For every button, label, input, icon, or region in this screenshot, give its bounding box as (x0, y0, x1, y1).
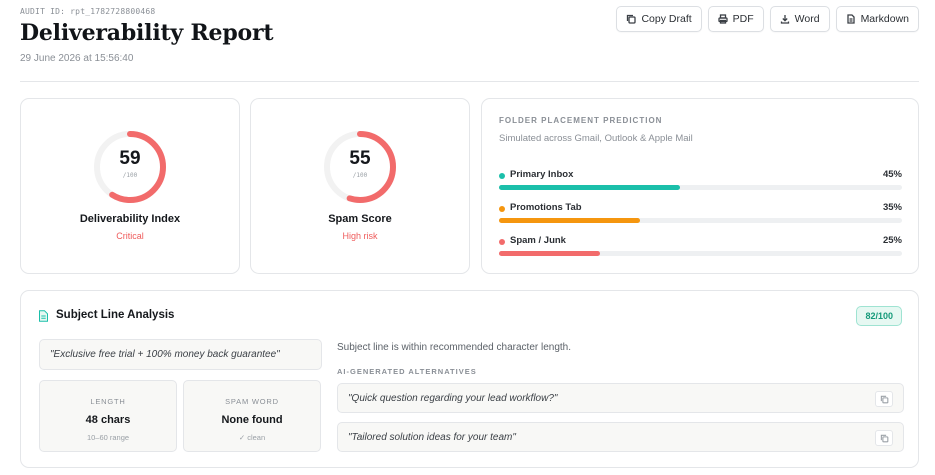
deliverability-label: Deliverability Index (79, 213, 181, 225)
copy-draft-label: Copy Draft (641, 13, 692, 25)
folder-placement-subtitle: Simulated across Gmail, Outlook & Apple … (499, 133, 693, 144)
header-divider (20, 81, 919, 82)
spam-score-label: Spam Score (328, 213, 392, 225)
spam-word-stat: SPAM WORD None found ✓ clean (183, 380, 321, 452)
pdf-label: PDF (732, 13, 754, 25)
download-icon (780, 15, 789, 24)
length-stat-hint: 10–60 range (86, 433, 130, 442)
primary-inbox-track (499, 185, 902, 190)
placement-row-primary-inbox: Primary Inbox 45% (499, 169, 902, 199)
folder-placement-title: FOLDER PLACEMENT PREDICTION (499, 116, 663, 125)
primary-inbox-bar (499, 185, 681, 190)
alternative-item: "Quick question regarding your lead work… (337, 383, 904, 413)
spam-word-stat-value: None found (221, 414, 283, 426)
promotions-tab-track (499, 218, 902, 223)
copy-alternative-button[interactable] (875, 391, 893, 407)
length-stat-value: 48 chars (85, 414, 131, 426)
spam-score-gauge: 55 /100 (322, 129, 398, 205)
spam-score-status: High risk (342, 231, 378, 241)
word-label: Word (794, 13, 820, 25)
promotions-tab-bar (499, 218, 641, 223)
primary-inbox-label: Primary Inbox (510, 169, 574, 180)
length-stat: LENGTH 48 chars 10–60 range (39, 380, 177, 452)
folder-placement-card: FOLDER PLACEMENT PREDICTION Simulated ac… (481, 98, 919, 274)
markdown-label: Markdown (860, 13, 909, 25)
copy-draft-button[interactable]: Copy Draft (616, 6, 702, 32)
placement-row-promotions-tab: Promotions Tab 35% (499, 202, 902, 232)
spam-junk-dot (499, 239, 505, 245)
copy-icon (627, 14, 637, 24)
spam-score-card: 55 /100 Spam Score High risk (250, 98, 470, 274)
deliverability-status: Critical (116, 231, 144, 241)
promotions-tab-dot (499, 206, 505, 212)
subject-line-analysis-card: Subject Line Analysis 82/100 "Exclusive … (20, 290, 919, 468)
page-title: Deliverability Report (20, 20, 274, 46)
spam-junk-track (499, 251, 902, 256)
subject-analysis-title: Subject Line Analysis (56, 309, 175, 321)
promotions-tab-value: 35% (882, 202, 902, 213)
deliverability-gauge: 59 /100 (92, 129, 168, 205)
spam-junk-bar (499, 251, 600, 256)
promotions-tab-label: Promotions Tab (510, 202, 582, 213)
spam-junk-label: Spam / Junk (510, 235, 566, 246)
export-toolbar: Copy Draft PDF Word Markdown (616, 6, 919, 32)
markdown-button[interactable]: Markdown (835, 6, 919, 32)
report-date: 29 June 2026 at 15:56:40 (20, 53, 134, 64)
document-icon (846, 14, 855, 24)
pdf-button[interactable]: PDF (707, 6, 764, 32)
deliverability-index-card: 59 /100 Deliverability Index Critical (20, 98, 240, 274)
spam-score-value: 55 (349, 148, 371, 169)
deliverability-value: 59 (119, 148, 141, 169)
subject-score-badge: 82/100 (856, 306, 902, 326)
alternative-item: "Tailored solution ideas for your team" (337, 422, 904, 452)
deliverability-max: /100 (122, 172, 138, 179)
spam-score-max: /100 (352, 172, 368, 179)
subject-line-text: "Exclusive free trial + 100% money back … (39, 339, 322, 370)
alternative-text: "Tailored solution ideas for your team" (348, 431, 516, 443)
printer-icon (718, 14, 728, 24)
audit-id: AUDIT ID: rpt_1782728800468 (20, 7, 156, 16)
document-icon (39, 310, 48, 322)
length-note: Subject line is within recommended chara… (337, 342, 572, 353)
length-stat-label: LENGTH (90, 397, 126, 406)
spam-word-stat-label: SPAM WORD (225, 397, 279, 406)
alternative-text: "Quick question regarding your lead work… (348, 392, 558, 404)
alternatives-title: AI-GENERATED ALTERNATIVES (337, 367, 477, 376)
placement-row-spam-junk: Spam / Junk 25% (499, 235, 902, 265)
primary-inbox-dot (499, 173, 505, 179)
spam-word-stat-hint: ✓ clean (238, 433, 266, 442)
word-button[interactable]: Word (769, 6, 830, 32)
copy-icon (880, 434, 888, 442)
copy-icon (880, 395, 888, 403)
primary-inbox-value: 45% (882, 169, 902, 180)
spam-junk-value: 25% (882, 235, 902, 246)
copy-alternative-button[interactable] (875, 430, 893, 446)
